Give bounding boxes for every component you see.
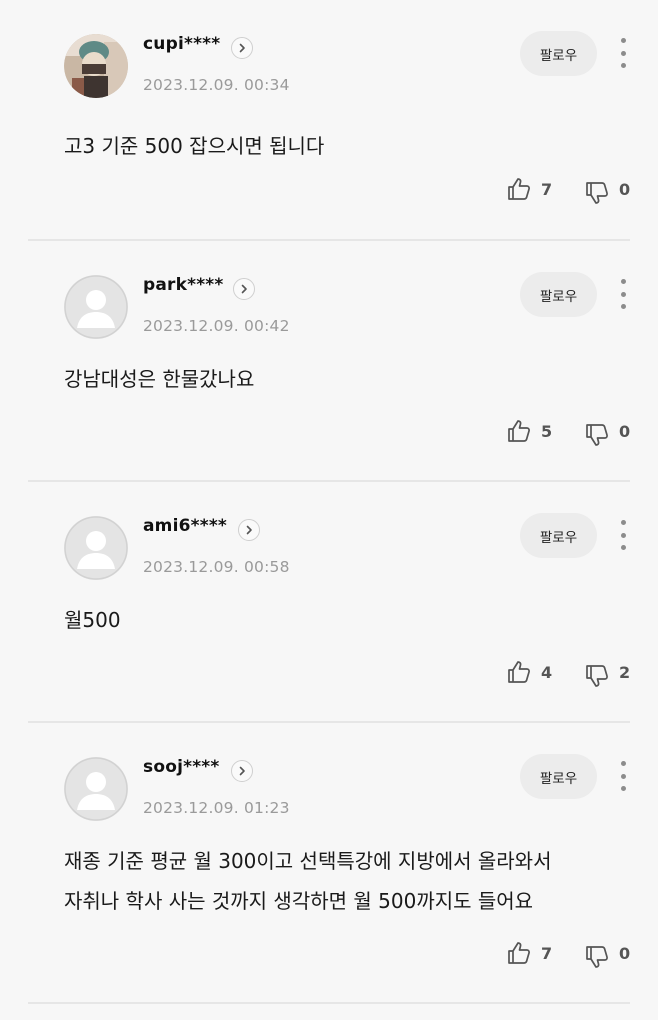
more-vertical-icon[interactable] <box>613 38 633 68</box>
like-count: 4 <box>541 662 553 682</box>
dislike-button[interactable]: 0 <box>584 944 630 970</box>
photo-avatar-icon <box>64 34 128 98</box>
chevron-right-icon[interactable] <box>238 519 260 541</box>
follow-button[interactable]: 팔로우 <box>520 513 597 558</box>
thumbs-up-icon <box>508 420 530 442</box>
comment-date: 2023.12.09. 01:23 <box>143 799 290 817</box>
dislike-button[interactable]: 0 <box>584 180 630 206</box>
thumbs-up-icon <box>508 942 530 964</box>
default-avatar-icon <box>64 757 128 821</box>
chevron-right-icon[interactable] <box>231 760 253 782</box>
like-count: 7 <box>541 179 553 199</box>
thumbs-up-icon <box>508 661 530 683</box>
comment-text-line: 자취나 학사 사는 것까지 생각하면 월 500까지도 들어요 <box>64 889 534 913</box>
more-vertical-icon[interactable] <box>613 520 633 550</box>
thumbs-down-icon <box>586 665 608 687</box>
dislike-button[interactable]: 0 <box>584 422 630 448</box>
comment-item: ami6**** 2023.12.09. 00:58 팔로우 월500 4 2 <box>0 482 658 722</box>
like-count: 7 <box>541 943 553 963</box>
username[interactable]: cupi**** <box>143 34 220 54</box>
dislike-count: 0 <box>619 421 631 441</box>
more-vertical-icon[interactable] <box>613 279 633 309</box>
more-vertical-icon[interactable] <box>613 761 633 791</box>
comment-item: park**** 2023.12.09. 00:42 팔로우 강남대성은 한물갔… <box>0 241 658 481</box>
follow-button[interactable]: 팔로우 <box>520 272 597 317</box>
follow-button[interactable]: 팔로우 <box>520 31 597 76</box>
avatar[interactable] <box>64 757 128 821</box>
thumbs-down-icon <box>586 182 608 204</box>
follow-button[interactable]: 팔로우 <box>520 754 597 799</box>
like-button[interactable]: 5 <box>506 418 552 444</box>
default-avatar-icon <box>64 516 128 580</box>
avatar[interactable] <box>64 516 128 580</box>
comment-date: 2023.12.09. 00:58 <box>143 558 290 576</box>
comment-text: 고3 기준 500 잡으시면 됩니다 <box>64 134 325 158</box>
comment-text: 월500 <box>64 608 121 632</box>
comment-item: cupi**** 2023.12.09. 00:34 팔로우 고3 기준 500… <box>0 0 658 240</box>
thumbs-up-icon <box>508 178 530 200</box>
comment-feed: cupi**** 2023.12.09. 00:34 팔로우 고3 기준 500… <box>0 0 658 1020</box>
comment-item: sooj**** 2023.12.09. 01:23 팔로우 재종 기준 평균 … <box>0 723 658 1003</box>
like-button[interactable]: 4 <box>506 659 552 685</box>
chevron-right-icon[interactable] <box>231 37 253 59</box>
dislike-count: 2 <box>619 662 631 682</box>
username[interactable]: ami6**** <box>143 516 227 536</box>
username[interactable]: park**** <box>143 275 224 295</box>
chevron-right-icon[interactable] <box>233 278 255 300</box>
like-button[interactable]: 7 <box>506 176 552 202</box>
comment-date: 2023.12.09. 00:42 <box>143 317 290 335</box>
comment-text-line: 재종 기준 평균 월 300이고 선택특강에 지방에서 올라와서 <box>64 849 552 873</box>
comment-text: 재종 기준 평균 월 300이고 선택특강에 지방에서 올라와서 자취나 학사 … <box>64 841 624 921</box>
like-button[interactable]: 7 <box>506 940 552 966</box>
thumbs-down-icon <box>586 946 608 968</box>
username[interactable]: sooj**** <box>143 757 219 777</box>
like-count: 5 <box>541 421 553 441</box>
comment-text: 강남대성은 한물갔나요 <box>64 367 255 391</box>
avatar[interactable] <box>64 275 128 339</box>
dislike-count: 0 <box>619 179 631 199</box>
dislike-count: 0 <box>619 943 631 963</box>
dislike-button[interactable]: 2 <box>584 663 630 689</box>
divider <box>28 1002 630 1004</box>
comment-date: 2023.12.09. 00:34 <box>143 76 290 94</box>
default-avatar-icon <box>64 275 128 339</box>
avatar[interactable] <box>64 34 128 98</box>
thumbs-down-icon <box>586 424 608 446</box>
